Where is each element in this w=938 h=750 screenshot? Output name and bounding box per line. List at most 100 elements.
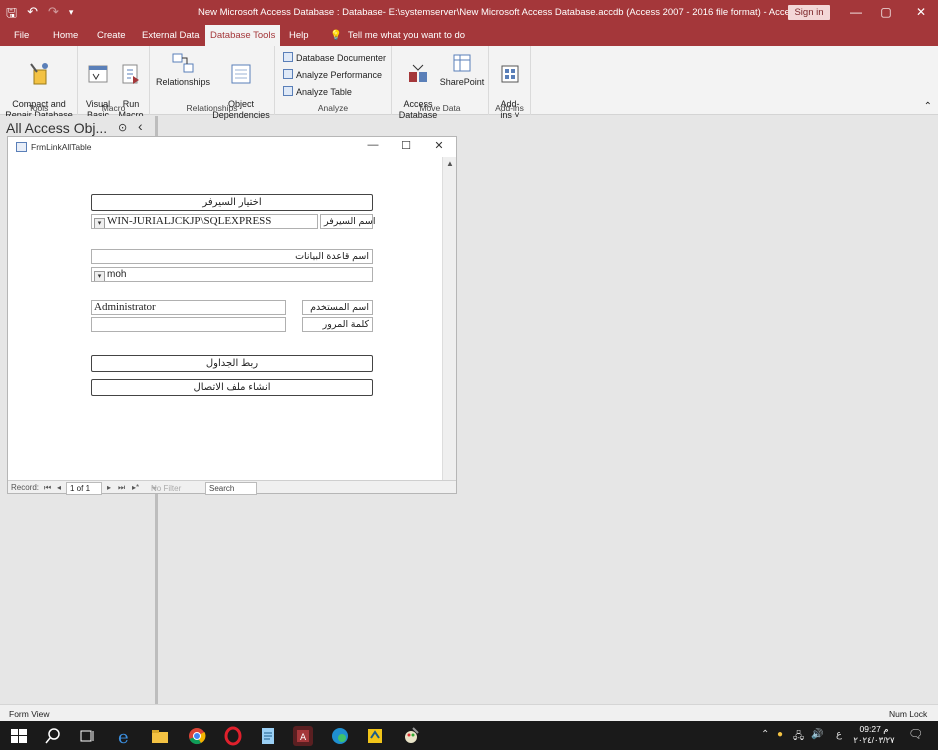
opera-icon[interactable] [223,726,243,746]
visual-basic-icon [88,65,108,83]
last-record-button[interactable]: ⏭ [118,482,125,493]
file-explorer-icon[interactable] [150,726,170,746]
current-record-input[interactable]: 1 of 1 [66,482,102,495]
group-tools: Compact and Repair Database Tools [0,46,78,120]
tray-overflow-icon[interactable]: ⌃ [761,729,769,740]
form-window: FrmLinkAllTable — ☐ ✕ اختيار السيرفر ▾ WI… [7,136,457,495]
group-relationships: Relationships Object Dependencies Relati… [150,46,275,120]
addins-icon [501,65,519,83]
choose-server-button[interactable]: اختيار السيرفر [91,194,373,211]
tab-home[interactable]: Home [48,25,83,46]
edge-icon[interactable] [330,726,350,746]
tell-me-search[interactable]: 💡 Tell me what you want to do [330,25,465,46]
scroll-up-icon[interactable]: ▲ [446,159,454,168]
input-language[interactable]: ع [836,729,842,740]
link-tables-button[interactable]: ربط الجداول [91,355,373,372]
create-connection-file-button[interactable]: انشاء ملف الاتصال [91,379,373,396]
minimize-button[interactable]: — [846,3,866,21]
nav-menu-icon[interactable]: ⊙ [118,121,127,134]
db-combo[interactable]: ▾ moh [91,267,373,282]
form-close-button[interactable]: ✕ [431,139,447,152]
first-record-button[interactable]: ⏮ [44,482,51,493]
redo-icon[interactable]: ↷ [48,4,59,26]
svg-text:A: A [300,733,307,743]
previous-record-button[interactable]: ◂ [57,482,61,493]
customize-qat-icon[interactable]: ▾ [69,7,74,26]
sticky-app-icon[interactable] [365,726,385,746]
windows-taskbar: e A ⌃ ● 🖧 🔊 ع 09:27 م ٢٠٢٤/٠٣/٢٧ 🗨 [0,721,938,750]
tab-file[interactable]: File [9,25,34,46]
close-button[interactable]: ✕ [911,3,931,21]
svg-text:e: e [118,727,129,746]
volume-icon[interactable]: 🔊 [811,729,823,740]
network-icon[interactable]: 🖧 [793,729,804,746]
filter-label: No Filter [151,484,182,493]
password-input[interactable] [91,317,286,332]
dropdown-arrow-icon[interactable]: ▾ [94,271,105,281]
notifications-icon[interactable]: 🗨 [908,727,923,741]
windows-start-icon[interactable] [9,726,29,746]
documenter-label: Database Documenter [296,53,387,63]
ribbon-tabs: File Home Create External Data Database … [0,25,938,46]
group-addins: Add- ins ˅ Add-ins [489,46,531,120]
status-view: Form View [9,709,50,719]
server-combo[interactable]: ▾ WIN-JURIALJCKJP\SQLEXPRESS [91,214,318,229]
tray-status-icon[interactable]: ● [777,729,783,740]
record-label: Record: [11,483,40,492]
tab-external-data[interactable]: External Data [137,25,205,46]
nav-collapse-icon[interactable]: ‹ [138,118,143,134]
group-label-macro: Macro [101,103,126,113]
nav-pane-header[interactable]: All Access Obj... [6,120,107,136]
tab-create[interactable]: Create [92,25,131,46]
relationships-button[interactable]: Relationships [154,51,212,88]
lightbulb-icon: 💡 [330,30,342,41]
run-macro-icon [122,64,139,84]
clock-date: ٢٠٢٤/٠٣/٢٧ [853,735,895,745]
form-vertical-scrollbar[interactable]: ▲ [442,157,456,481]
new-record-button[interactable]: ▸* [132,482,139,493]
next-record-button[interactable]: ▸ [107,482,111,493]
password-label: كلمة المرور [302,317,373,332]
database-documenter-button[interactable]: Database Documenter [283,51,386,65]
documenter-icon [283,52,293,62]
analyze-performance-button[interactable]: Analyze Performance [283,68,382,82]
status-num-lock: Num Lock [889,709,928,719]
tell-me-label: Tell me what you want to do [347,30,466,41]
edge-legacy-icon[interactable]: e [115,726,135,746]
form-minimize-button[interactable]: — [365,139,381,151]
dropdown-arrow-icon[interactable]: ▾ [94,218,105,228]
title-bar: 🖫 ↶ ↷ ▾ New Microsoft Access Database : … [0,0,938,25]
notepad-icon[interactable] [258,726,278,746]
form-title: FrmLinkAllTable [31,142,92,152]
record-navigation-bar: Record: ⏮ ◂ 1 of 1 ▸ ⏭ ▸* ⏷ No Filter Se… [8,480,456,495]
record-search-input[interactable]: Search [205,482,257,495]
clock-time: 09:27 م [859,724,889,734]
restore-button[interactable]: ▢ [876,3,896,21]
chrome-icon[interactable] [187,726,207,746]
object-dependencies-icon [231,64,251,84]
analyze-table-label: Analyze Table [296,87,352,97]
form-maximize-button[interactable]: ☐ [398,139,414,152]
sharepoint-label: SharePoint [439,77,485,87]
server-value: WIN-JURIALJCKJP\SQLEXPRESS [107,215,272,227]
task-view-icon[interactable] [78,726,98,746]
tab-database-tools[interactable]: Database Tools [205,25,281,46]
tab-help[interactable]: Help [284,25,314,46]
analyze-table-icon [283,86,293,96]
group-macro: Visual Basic Run Macro Macro [78,46,150,120]
system-clock[interactable]: 09:27 م ٢٠٢٤/٠٣/٢٧ [850,724,898,746]
group-label-move-data: Move Data [419,103,461,113]
sharepoint-icon [453,54,471,72]
analyze-table-button[interactable]: Analyze Table [283,85,352,99]
access-app-icon[interactable]: A [293,726,313,746]
window-title: New Microsoft Access Database : Database… [198,7,800,18]
collapse-ribbon-icon[interactable]: ⌃ [924,101,932,112]
paint-app-icon[interactable] [401,726,421,746]
undo-icon[interactable]: ↶ [27,4,38,26]
sharepoint-button[interactable]: SharePoint [438,51,486,88]
search-icon[interactable] [43,726,63,746]
save-icon[interactable]: 🖫 [6,4,17,26]
sign-in-button[interactable]: Sign in [788,5,830,20]
status-bar: Form View Num Lock [0,704,938,721]
username-input[interactable]: Administrator [91,300,286,315]
